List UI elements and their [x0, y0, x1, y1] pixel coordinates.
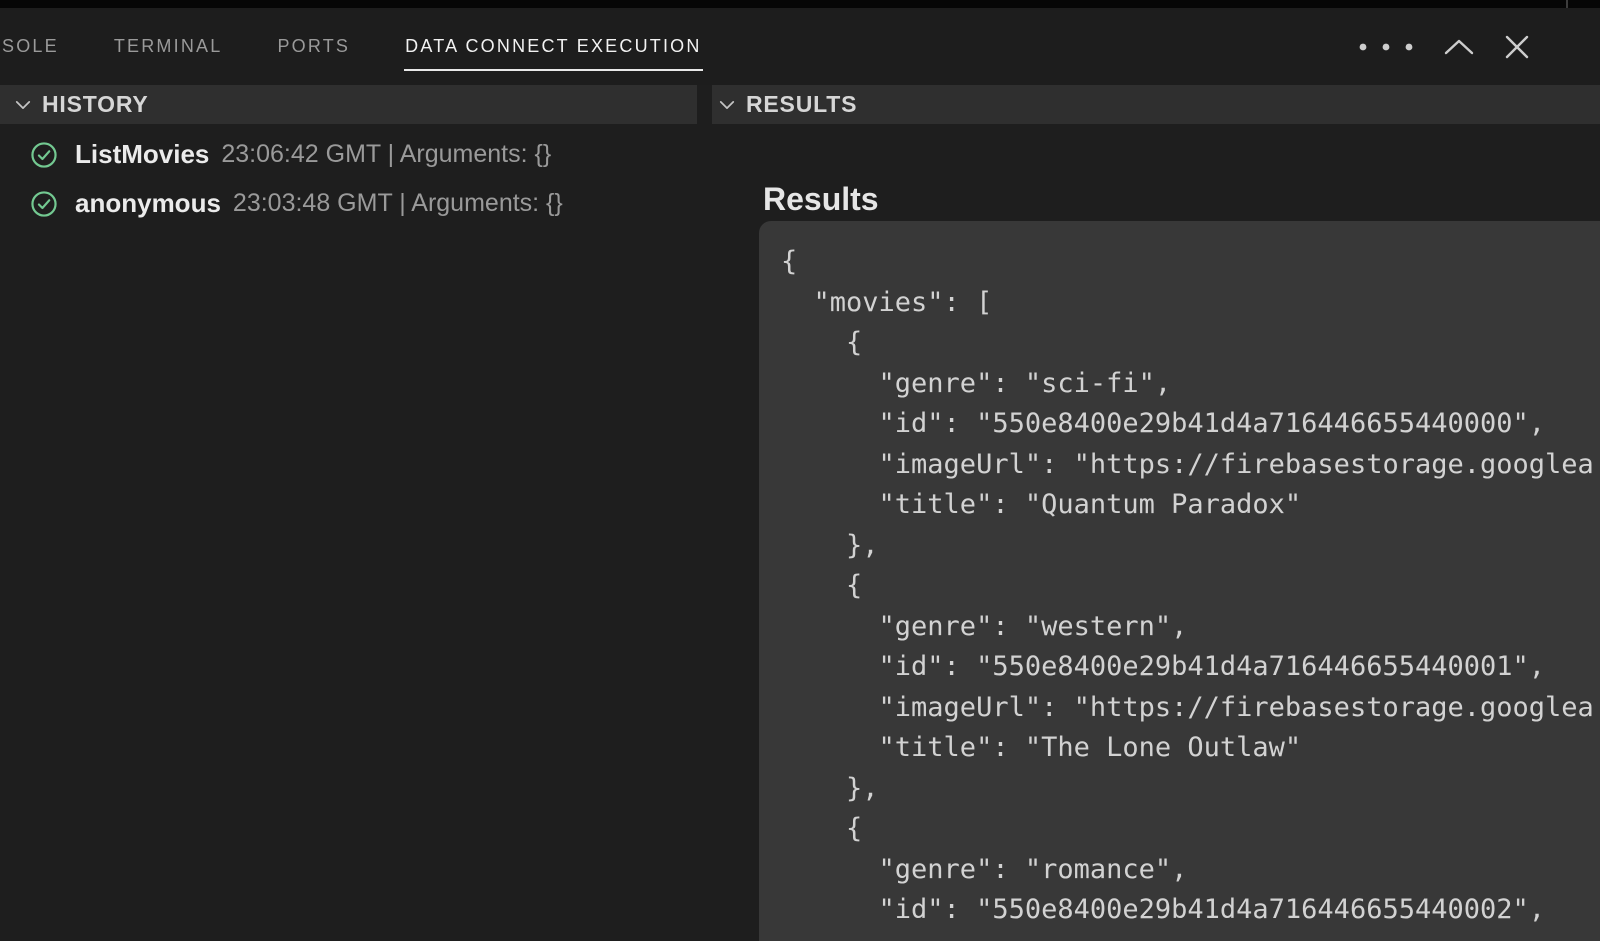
- chevron-down-icon[interactable]: [13, 95, 33, 115]
- close-panel-icon[interactable]: [1503, 33, 1531, 61]
- history-item-listmovies[interactable]: ListMovies 23:06:42 GMT | Arguments: {}: [0, 130, 697, 179]
- tab-console-partial[interactable]: SOLE: [2, 36, 59, 57]
- results-panel: Results { "movies": [ { "genre": "sci-fi…: [713, 124, 1600, 941]
- history-item-name: anonymous: [75, 188, 221, 219]
- history-item-name: ListMovies: [75, 139, 209, 170]
- history-item-meta: 23:03:48 GMT | Arguments: {}: [233, 189, 563, 218]
- panel-tabs: SOLE TERMINAL PORTS DATA CONNECT EXECUTI…: [0, 36, 702, 57]
- history-item-meta: 23:06:42 GMT | Arguments: {}: [221, 140, 551, 169]
- results-json-viewer[interactable]: { "movies": [ { "genre": "sci-fi", "id":…: [759, 221, 1600, 941]
- success-check-icon: [30, 190, 58, 218]
- success-check-icon: [30, 141, 58, 169]
- chevron-down-icon[interactable]: [717, 95, 737, 115]
- more-actions-icon[interactable]: [1357, 42, 1415, 52]
- history-list: ListMovies 23:06:42 GMT | Arguments: {} …: [0, 124, 697, 941]
- results-section-header[interactable]: RESULTS: [712, 85, 1600, 124]
- panel-tabbar: SOLE TERMINAL PORTS DATA CONNECT EXECUTI…: [0, 8, 1600, 85]
- results-json-code: { "movies": [ { "genre": "sci-fi", "id":…: [781, 242, 1600, 931]
- history-section-header[interactable]: HISTORY: [0, 85, 697, 124]
- tab-ports[interactable]: PORTS: [277, 36, 350, 57]
- tab-data-connect-execution[interactable]: DATA CONNECT EXECUTION: [405, 36, 701, 57]
- history-item-anonymous[interactable]: anonymous 23:03:48 GMT | Arguments: {}: [0, 179, 697, 228]
- panel-top-border: [0, 0, 1600, 8]
- history-header-label: HISTORY: [42, 91, 149, 118]
- results-header-label: RESULTS: [746, 91, 857, 118]
- editor-divider-tick: [1566, 0, 1568, 8]
- tab-terminal[interactable]: TERMINAL: [114, 36, 223, 57]
- maximize-panel-icon[interactable]: [1443, 38, 1475, 56]
- results-title: Results: [763, 180, 879, 218]
- panel-window-controls: [1357, 33, 1600, 61]
